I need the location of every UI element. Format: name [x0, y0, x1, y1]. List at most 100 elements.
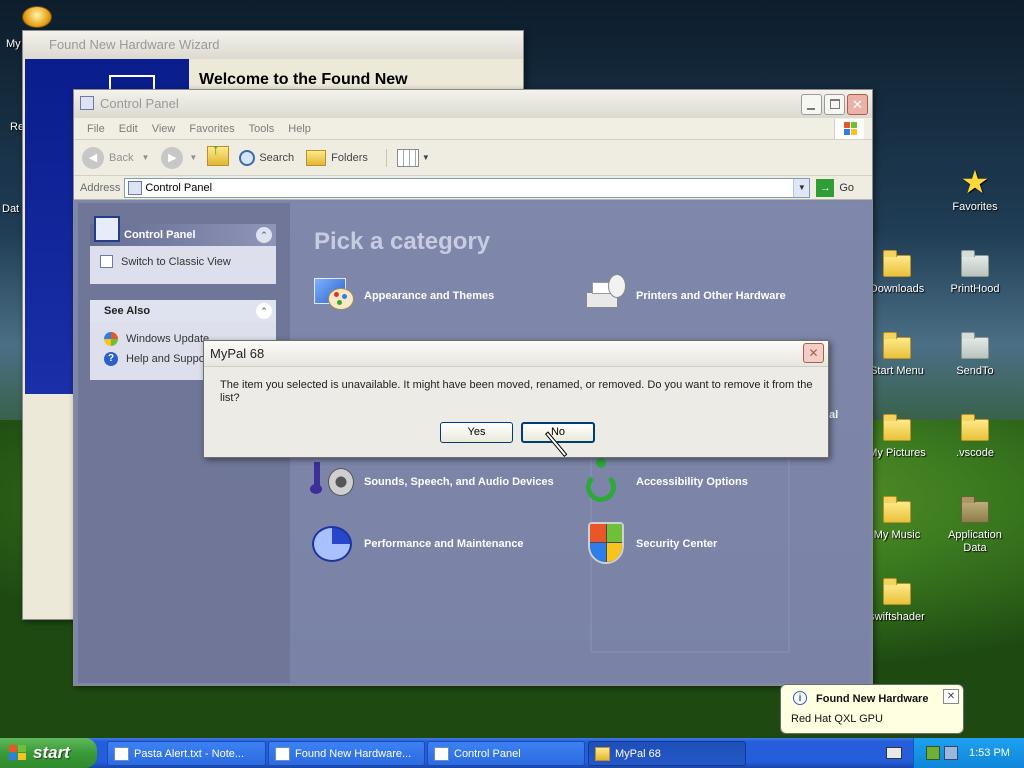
- taskbar-button-control-panel[interactable]: Control Panel: [427, 741, 585, 766]
- partial-category-label: al: [829, 409, 839, 421]
- shield-icon: [582, 520, 630, 568]
- up-folder-icon: ↑: [207, 141, 230, 166]
- system-tray: 1:53 PM: [913, 738, 1024, 768]
- desktop-icon-label: Application Data: [948, 529, 1002, 554]
- search-icon: [239, 149, 256, 166]
- desktop-icon-left-1[interactable]: [22, 6, 52, 32]
- taskbar-button-mypal[interactable]: MyPal 68: [588, 741, 746, 766]
- no-button[interactable]: No: [521, 422, 595, 443]
- dialog-titlebar[interactable]: MyPal 68 ✕: [204, 341, 828, 367]
- pick-category-title: Pick a category: [314, 228, 491, 255]
- hardware-tray-icon[interactable]: [926, 746, 940, 760]
- category-security-center[interactable]: Security Center: [582, 520, 717, 568]
- close-icon: ✕: [946, 691, 956, 702]
- menu-file[interactable]: File: [80, 123, 112, 135]
- desktop-icon-label: SendTo: [956, 365, 994, 377]
- desktop-icon-sendto[interactable]: SendTo: [936, 330, 1014, 377]
- chevron-down-icon: ▼: [421, 153, 430, 162]
- control-panel-titlebar[interactable]: Control Panel ✕: [74, 90, 872, 118]
- network-tray-icon[interactable]: [944, 746, 958, 760]
- maximize-button[interactable]: [824, 94, 845, 115]
- menu-edit[interactable]: Edit: [112, 123, 145, 135]
- wizard-heading: Welcome to the Found New: [199, 71, 408, 88]
- mypal-dialog[interactable]: MyPal 68 ✕ The item you selected is unav…: [203, 340, 829, 458]
- dialog-title: MyPal 68: [210, 346, 265, 361]
- category-printers[interactable]: Printers and Other Hardware: [582, 272, 786, 320]
- desktop-icon-favorites[interactable]: ★ Favorites: [936, 166, 1014, 213]
- folders-button[interactable]: Folders: [306, 149, 368, 166]
- views-button[interactable]: ▼: [385, 148, 430, 167]
- category-appearance[interactable]: Appearance and Themes: [310, 272, 494, 320]
- folder-icon: [883, 250, 911, 277]
- go-button[interactable]: → Go: [816, 178, 854, 197]
- taskbar-button-wizard[interactable]: Found New Hardware...: [268, 741, 425, 766]
- yes-button[interactable]: Yes: [440, 422, 513, 443]
- desktop-icon-label-left-3: Dat: [2, 203, 20, 215]
- control-panel-icon: [80, 96, 94, 110]
- balloon-body: Red Hat QXL GPU: [791, 713, 883, 725]
- category-accessibility[interactable]: Accessibility Options: [582, 458, 748, 506]
- printer-icon: [582, 272, 630, 320]
- category-performance[interactable]: Performance and Maintenance: [310, 520, 524, 568]
- menu-favorites[interactable]: Favorites: [182, 123, 241, 135]
- close-icon: ✕: [808, 346, 819, 360]
- dialog-close-button[interactable]: ✕: [803, 343, 824, 363]
- forward-button[interactable]: ▶ ▼: [161, 146, 198, 169]
- performance-icon: [310, 520, 358, 568]
- help-icon: ?: [104, 352, 118, 366]
- menu-view[interactable]: View: [145, 123, 183, 135]
- sidebar-body: Switch to Classic View: [90, 246, 276, 284]
- address-bar: Address Control Panel ▼ → Go: [74, 176, 872, 200]
- clock[interactable]: 1:53 PM: [969, 747, 1010, 759]
- sound-icon: [310, 458, 358, 506]
- minimize-button[interactable]: [801, 94, 822, 115]
- taskbar-button-notepad[interactable]: Pasta Alert.txt - Note...: [107, 741, 266, 766]
- see-also-header[interactable]: See Also ⌃: [90, 300, 276, 322]
- menu-help[interactable]: Help: [281, 123, 318, 135]
- address-label: Address: [80, 181, 121, 194]
- hardware-balloon[interactable]: i Found New Hardware Red Hat QXL GPU ✕: [780, 684, 964, 734]
- control-panel-small-icon: [100, 255, 113, 268]
- control-panel-large-icon: [94, 216, 120, 242]
- desktop-icon-label: PrintHood: [950, 283, 1000, 295]
- chevron-down-icon: ▼: [141, 153, 150, 162]
- desktop-icon-label: Favorites: [952, 201, 998, 213]
- search-button[interactable]: Search: [239, 149, 294, 166]
- address-input[interactable]: Control Panel ▼: [124, 177, 811, 198]
- menu-tools[interactable]: Tools: [242, 123, 282, 135]
- start-button[interactable]: start: [0, 738, 97, 768]
- back-button[interactable]: ◀ Back ▼: [82, 146, 150, 169]
- minimize-icon: [807, 108, 815, 110]
- wizard-icon: [275, 747, 290, 761]
- menu-bar: File Edit View Favorites Tools Help: [74, 118, 872, 140]
- collapse-icon[interactable]: ⌃: [256, 303, 272, 319]
- standard-toolbar: ◀ Back ▼ ▶ ▼ ↑ Search Folders ▼: [74, 140, 872, 176]
- back-arrow-icon: ◀: [82, 146, 104, 169]
- desktop-icon-label-left-1: My: [6, 38, 21, 50]
- close-button[interactable]: ✕: [847, 94, 868, 115]
- wizard-titlebar[interactable]: Found New Hardware Wizard: [23, 31, 523, 59]
- category-sounds[interactable]: Sounds, Speech, and Audio Devices: [310, 458, 554, 506]
- desktop-icon-printhood[interactable]: PrintHood: [936, 248, 1014, 295]
- folder-icon: [595, 747, 610, 761]
- collapse-icon[interactable]: ⌃: [256, 227, 272, 243]
- balloon-close-button[interactable]: ✕: [943, 689, 959, 704]
- up-folder-button[interactable]: ↑: [207, 141, 230, 169]
- balloon-title: Found New Hardware: [816, 693, 929, 705]
- keyboard-icon[interactable]: [886, 747, 902, 759]
- taskbar: start Pasta Alert.txt - Note... Found Ne…: [0, 738, 1024, 768]
- control-panel-title: Control Panel: [100, 96, 179, 111]
- sidebar-header[interactable]: Control Panel ⌃: [90, 216, 276, 246]
- close-icon: ✕: [852, 97, 863, 112]
- desktop-icon-vscode[interactable]: .vscode: [936, 412, 1014, 459]
- chevron-down-icon: ▼: [189, 153, 198, 162]
- windows-flag-icon: [9, 745, 27, 761]
- info-icon: i: [793, 691, 807, 705]
- desktop-icon-application-data[interactable]: Application Data: [936, 494, 1014, 555]
- address-dropdown-button[interactable]: ▼: [793, 178, 810, 197]
- accessibility-icon: [582, 458, 630, 506]
- control-panel-small-icon: [434, 747, 449, 761]
- wizard-title: Found New Hardware Wizard: [49, 37, 220, 52]
- switch-classic-view-link[interactable]: Switch to Classic View: [100, 255, 276, 268]
- folder-icon: [961, 250, 989, 277]
